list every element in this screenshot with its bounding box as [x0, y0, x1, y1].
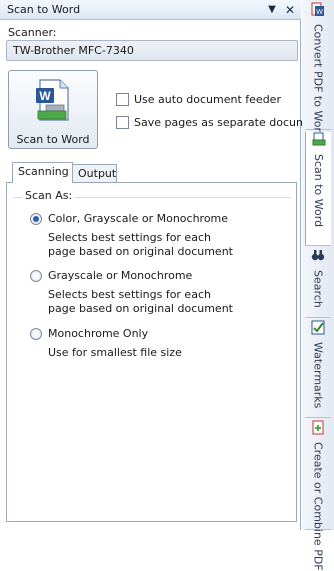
- side-tab-search[interactable]: Search: [305, 248, 331, 318]
- scanner-selector[interactable]: TW-Brother MFC-7340: [6, 40, 298, 61]
- separate-docs-label: Save pages as separate documents: [134, 116, 331, 129]
- option-color-grayscale-mono[interactable]: Color, Grayscale or Monochrome: [30, 212, 228, 225]
- checkmark-icon: [311, 320, 325, 338]
- side-tab-scan-to-word[interactable]: Scan to Word: [305, 132, 331, 246]
- option-grayscale-mono[interactable]: Grayscale or Monochrome: [30, 269, 192, 282]
- option-label: Grayscale or Monochrome: [48, 269, 193, 282]
- side-tab-label: Convert PDF to Word: [311, 24, 325, 139]
- close-icon[interactable]: ✕: [283, 3, 297, 17]
- side-tab-label: Watermarks: [311, 342, 325, 409]
- side-tab-bar: W Convert PDF to Word Scan to Word Searc…: [302, 0, 334, 571]
- scan-as-legend: Scan As:: [22, 189, 76, 202]
- panel-menu-dropdown-icon[interactable]: ▼: [265, 4, 279, 15]
- scan-to-word-panel: Scan to Word ▼ ✕ Scanner: TW-Brother MFC…: [0, 0, 330, 530]
- combine-pdf-icon: [311, 420, 325, 438]
- side-tab-create-combine-pdf[interactable]: Create or Combine PDF: [305, 420, 331, 571]
- option-description-line: Selects best settings for each: [48, 231, 211, 244]
- option-description: Selects best settings for each page base…: [48, 231, 288, 259]
- option-description-line: Use for smallest file size: [48, 346, 182, 359]
- scan-to-word-label: Scan to Word: [16, 133, 90, 146]
- auto-feeder-checkbox[interactable]: [116, 93, 129, 106]
- svg-text:W: W: [39, 89, 51, 103]
- option-description-line: page based on original document: [48, 302, 233, 315]
- separate-docs-option[interactable]: Save pages as separate documents: [116, 116, 330, 129]
- panel-title: Scan to Word: [7, 3, 81, 16]
- panel-titlebar: Scan to Word ▼ ✕: [0, 0, 301, 20]
- option-description: Use for smallest file size: [48, 346, 288, 360]
- tab-output[interactable]: Output: [72, 164, 117, 183]
- side-tab-label: Create or Combine PDF: [311, 442, 325, 571]
- option-description: Selects best settings for each page base…: [48, 288, 288, 316]
- svg-text:W: W: [316, 9, 323, 16]
- binoculars-icon: [311, 248, 325, 266]
- auto-feeder-option[interactable]: Use auto document feeder: [116, 93, 281, 106]
- convert-pdf-icon: W: [311, 2, 325, 20]
- radio-grayscale-mono[interactable]: [30, 269, 42, 282]
- option-description-line: page based on original document: [48, 245, 233, 258]
- separate-docs-checkbox[interactable]: [116, 116, 129, 129]
- side-tab-label: Scan to Word: [312, 154, 325, 228]
- radio-color-grayscale-mono[interactable]: [30, 212, 42, 225]
- option-description-line: Selects best settings for each: [48, 288, 211, 301]
- scanner-label: Scanner:: [8, 26, 57, 39]
- tab-scanning[interactable]: Scanning: [12, 162, 73, 183]
- scanner-icon: [312, 132, 326, 150]
- scan-to-word-button[interactable]: W Scan to Word: [8, 70, 98, 149]
- side-tab-watermarks[interactable]: Watermarks: [305, 320, 331, 418]
- radio-monochrome-only[interactable]: [30, 327, 42, 340]
- option-monochrome-only[interactable]: Monochrome Only: [30, 327, 148, 340]
- option-label: Monochrome Only: [48, 327, 149, 340]
- option-label: Color, Grayscale or Monochrome: [48, 212, 229, 225]
- word-scan-icon: W: [32, 78, 74, 127]
- side-tab-convert-pdf-to-word[interactable]: W Convert PDF to Word: [305, 2, 331, 139]
- auto-feeder-label: Use auto document feeder: [134, 93, 281, 106]
- side-tab-label: Search: [311, 270, 325, 308]
